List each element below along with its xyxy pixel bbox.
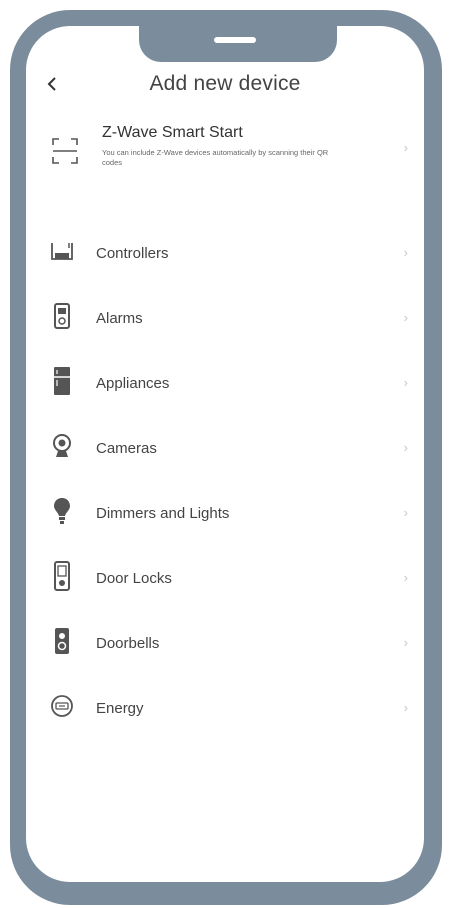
back-button[interactable] [40,72,64,96]
alarm-icon [50,302,74,330]
doorbell-icon [50,627,74,655]
category-label: Appliances [96,375,170,392]
chevron-right-icon: › [403,635,408,650]
category-label: Controllers [96,245,169,262]
category-label: Energy [96,700,144,717]
chevron-right-icon: › [403,245,408,260]
speaker-slot [214,37,256,43]
door-lock-icon [50,561,74,591]
smart-start-description: You can include Z-Wave devices automatic… [102,148,329,167]
category-label: Door Locks [96,570,172,587]
smart-start-item[interactable]: Z-Wave Smart Start You can include Z-Wav… [26,118,424,188]
app-header: Add new device [26,66,424,106]
controller-icon [50,237,74,265]
category-door-locks[interactable]: Door Locks › [26,548,424,613]
chevron-right-icon: › [403,140,408,155]
category-doorbells[interactable]: Doorbells › [26,613,424,678]
category-controllers[interactable]: Controllers › [26,223,424,288]
chevron-right-icon: › [403,700,408,715]
phone-notch [139,26,337,62]
category-label: Alarms [96,310,143,327]
energy-icon [50,692,74,720]
category-cameras[interactable]: Cameras › [26,418,424,483]
category-energy[interactable]: Energy › [26,678,424,743]
smart-start-title: Z-Wave Smart Start [102,124,243,141]
page-title: Add new device [149,72,301,95]
category-alarms[interactable]: Alarms › [26,288,424,353]
appliance-icon [50,367,74,395]
category-label: Dimmers and Lights [96,505,230,522]
bulb-icon [50,497,74,525]
chevron-right-icon: › [403,570,408,585]
category-dimmers-and-lights[interactable]: Dimmers and Lights › [26,483,424,548]
chevron-right-icon: › [403,375,408,390]
chevron-right-icon: › [403,440,408,455]
category-label: Cameras [96,440,157,457]
category-appliances[interactable]: Appliances › [26,353,424,418]
chevron-right-icon: › [403,505,408,520]
chevron-left-icon [47,77,56,91]
qr-scan-icon [52,138,78,164]
camera-icon [50,432,74,460]
chevron-right-icon: › [403,310,408,325]
category-label: Doorbells [96,635,160,652]
device-category-list: Controllers › Alarms › Appliances › Came… [26,223,424,743]
